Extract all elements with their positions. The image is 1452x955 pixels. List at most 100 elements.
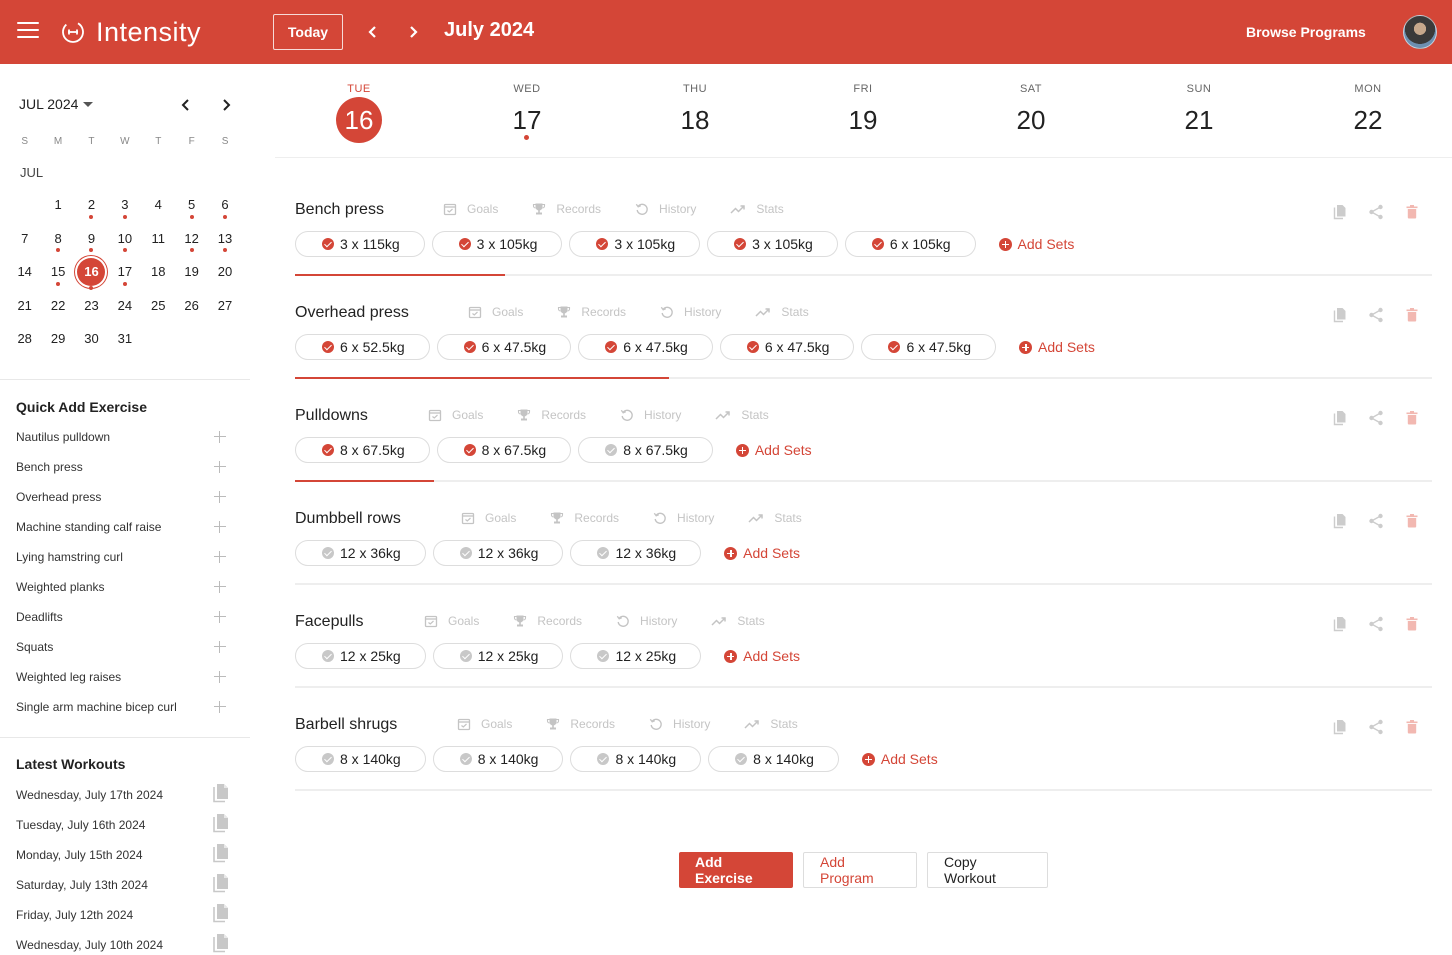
week-day-sun[interactable]: SUN 21 xyxy=(1139,64,1259,158)
mini-calendar-day[interactable]: 24 xyxy=(108,289,141,323)
mini-calendar-day[interactable]: 27 xyxy=(208,289,241,323)
set-chip[interactable]: 12 x 25kg xyxy=(432,643,564,669)
quick-add-item[interactable]: Machine standing calf raise xyxy=(16,512,230,542)
week-day-mon[interactable]: MON 22 xyxy=(1308,64,1428,158)
latest-workout-item[interactable]: Saturday, July 13th 2024 xyxy=(16,870,230,900)
add-program-button[interactable]: Add Program xyxy=(803,852,917,888)
exercise-link-records[interactable]: Records xyxy=(557,305,626,319)
mini-calendar-day[interactable]: 2 xyxy=(75,188,108,222)
quick-add-item[interactable]: Weighted planks xyxy=(16,572,230,602)
today-button[interactable]: Today xyxy=(273,14,343,50)
mini-calendar-day[interactable]: 10 xyxy=(108,222,141,256)
mini-calendar-day[interactable]: 3 xyxy=(108,188,141,222)
mini-calendar-day[interactable]: 18 xyxy=(142,255,175,289)
plus-icon[interactable] xyxy=(214,491,226,503)
mini-calendar-day[interactable]: 23 xyxy=(75,289,108,323)
set-chip[interactable]: 6 x 47.5kg xyxy=(436,334,572,360)
copy-file-icon[interactable] xyxy=(212,843,230,868)
browse-programs-link[interactable]: Browse Programs xyxy=(1246,24,1366,40)
delete-icon[interactable] xyxy=(1403,409,1421,427)
set-chip[interactable]: 6 x 52.5kg xyxy=(295,334,430,360)
mini-calendar-day[interactable]: 5 xyxy=(175,188,208,222)
exercise-link-stats[interactable]: Stats xyxy=(730,202,784,216)
week-day-tue[interactable]: TUE 16 xyxy=(299,64,419,158)
set-chip[interactable]: 8 x 67.5kg xyxy=(578,437,713,463)
copy-icon[interactable] xyxy=(1331,718,1349,736)
add-sets-button[interactable]: Add Sets xyxy=(861,751,938,767)
quick-add-item[interactable]: Weighted leg raises xyxy=(16,662,230,692)
add-sets-button[interactable]: Add Sets xyxy=(735,442,812,458)
delete-icon[interactable] xyxy=(1403,203,1421,221)
copy-icon[interactable] xyxy=(1331,409,1349,427)
app-logo[interactable]: Intensity xyxy=(60,17,201,47)
set-chip[interactable]: 12 x 25kg xyxy=(295,643,426,669)
quick-add-item[interactable]: Bench press xyxy=(16,452,230,482)
latest-workout-item[interactable]: Friday, July 12th 2024 xyxy=(16,900,230,930)
set-chip[interactable]: 8 x 140kg xyxy=(432,746,564,772)
add-sets-button[interactable]: Add Sets xyxy=(724,545,800,561)
exercise-link-stats[interactable]: Stats xyxy=(748,511,802,525)
exercise-link-records[interactable]: Records xyxy=(546,717,615,731)
mini-calendar-day[interactable]: 21 xyxy=(8,289,41,323)
set-chip[interactable]: 8 x 140kg xyxy=(570,746,702,772)
copy-icon[interactable] xyxy=(1331,203,1349,221)
mini-calendar-day-selected[interactable]: 16 xyxy=(75,255,108,289)
set-chip[interactable]: 12 x 36kg xyxy=(295,540,426,566)
copy-icon[interactable] xyxy=(1331,512,1349,530)
set-chip[interactable]: 6 x 47.5kg xyxy=(719,334,855,360)
exercise-link-records[interactable]: Records xyxy=(513,614,582,628)
mini-calendar-day[interactable]: 4 xyxy=(142,188,175,222)
mini-next-month-button[interactable] xyxy=(215,94,237,116)
copy-file-icon[interactable] xyxy=(212,783,230,808)
menu-icon[interactable] xyxy=(17,22,39,42)
week-day-fri[interactable]: FRI 19 xyxy=(803,64,923,158)
set-chip[interactable]: 8 x 67.5kg xyxy=(436,437,572,463)
copy-file-icon[interactable] xyxy=(212,873,230,898)
latest-workout-item[interactable]: Wednesday, July 10th 2024 xyxy=(16,930,230,955)
mini-calendar-day[interactable]: 13 xyxy=(208,222,241,256)
mini-calendar-day[interactable]: 17 xyxy=(108,255,141,289)
mini-calendar-day[interactable]: 20 xyxy=(208,255,241,289)
mini-calendar-day[interactable]: 15 xyxy=(41,255,74,289)
set-chip[interactable]: 8 x 67.5kg xyxy=(295,437,430,463)
exercise-name[interactable]: Overhead press xyxy=(295,304,409,322)
mini-calendar-day[interactable]: 19 xyxy=(175,255,208,289)
latest-workout-item[interactable]: Monday, July 15th 2024 xyxy=(16,840,230,870)
exercise-link-goals[interactable]: Goals xyxy=(424,614,479,628)
copy-icon[interactable] xyxy=(1331,306,1349,324)
week-day-thu[interactable]: THU 18 xyxy=(635,64,755,158)
quick-add-item[interactable]: Single arm machine bicep curl xyxy=(16,692,230,722)
set-chip[interactable]: 3 x 105kg xyxy=(569,231,701,257)
mini-calendar-day[interactable]: 12 xyxy=(175,222,208,256)
mini-calendar-day[interactable]: 1 xyxy=(41,188,74,222)
copy-file-icon[interactable] xyxy=(212,813,230,838)
add-sets-button[interactable]: Add Sets xyxy=(724,648,800,664)
exercise-link-goals[interactable]: Goals xyxy=(428,408,483,422)
mini-calendar-day[interactable]: 22 xyxy=(41,289,74,323)
prev-week-button[interactable] xyxy=(362,21,384,43)
plus-icon[interactable] xyxy=(214,611,226,623)
mini-calendar-day[interactable]: 29 xyxy=(41,322,74,356)
copy-file-icon[interactable] xyxy=(212,933,230,955)
exercise-name[interactable]: Facepulls xyxy=(295,613,363,631)
mini-calendar-day[interactable]: 7 xyxy=(8,222,41,256)
quick-add-item[interactable]: Squats xyxy=(16,632,230,662)
mini-calendar-day[interactable]: 6 xyxy=(208,188,241,222)
plus-icon[interactable] xyxy=(214,521,226,533)
mini-calendar-day[interactable]: 25 xyxy=(142,289,175,323)
mini-calendar-day[interactable]: 26 xyxy=(175,289,208,323)
exercise-link-records[interactable]: Records xyxy=(517,408,586,422)
exercise-link-history[interactable]: History xyxy=(635,202,696,216)
share-icon[interactable] xyxy=(1367,306,1385,324)
set-chip[interactable]: 8 x 140kg xyxy=(708,746,839,772)
latest-workout-item[interactable]: Wednesday, July 17th 2024 xyxy=(16,780,230,810)
set-chip[interactable]: 12 x 36kg xyxy=(570,540,702,566)
plus-icon[interactable] xyxy=(214,461,226,473)
exercise-link-stats[interactable]: Stats xyxy=(711,614,765,628)
exercise-link-records[interactable]: Records xyxy=(532,202,601,216)
quick-add-item[interactable]: Overhead press xyxy=(16,482,230,512)
plus-icon[interactable] xyxy=(214,641,226,653)
week-day-wed[interactable]: WED 17 xyxy=(467,64,587,158)
exercise-name[interactable]: Bench press xyxy=(295,201,384,219)
plus-icon[interactable] xyxy=(214,581,226,593)
